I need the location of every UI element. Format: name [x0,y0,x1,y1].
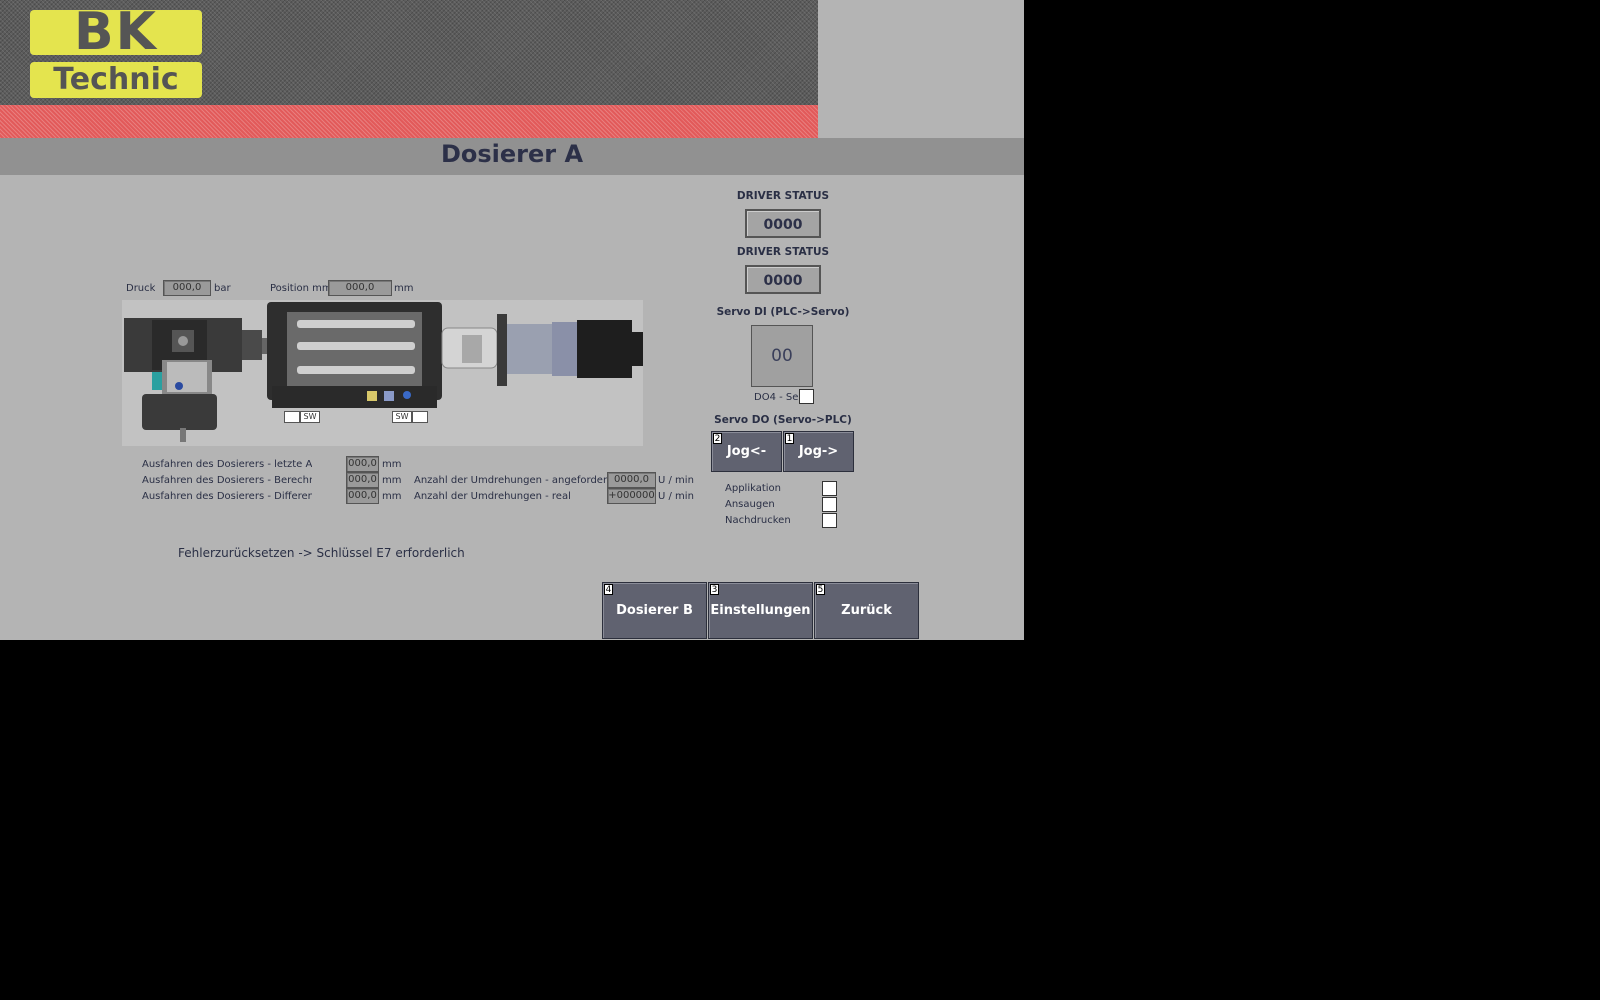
dosing-unit-drawing [124,302,643,442]
jog-left-button[interactable]: 2 Jog<- [711,431,782,472]
mode-nachdrucken-label: Nachdrucken [725,515,791,526]
stroke-calc-field: 000,0 [346,472,379,488]
driver-status-2-label: DRIVER STATUS [736,246,830,258]
header-stripe [0,105,818,138]
driver-status-1-field: 0000 [745,209,821,238]
position-label: Position mm [270,283,332,294]
logo-text-technic: Technic [53,62,179,97]
sw-left-label: SW [300,411,320,423]
revolutions-requested-field: 0000,0 [607,472,656,488]
revolutions-requested-label: Anzahl der Umdrehungen - angefordert [414,475,611,486]
revolutions-real-unit: U / min [658,491,694,502]
hmi-screen: BK Technic Dosierer A Druck 000,0 bar Po… [0,0,1024,640]
nav-dosierer-b-key: 4 [604,584,613,595]
servo-do-label: Servo DO (Servo->PLC) [714,414,852,426]
mode-ansaugen-checkbox[interactable] [822,497,837,512]
error-reset-message: Fehlerzurücksetzen -> Schlüssel E7 erfor… [178,546,465,560]
mode-applikation-label: Applikation [725,483,781,494]
druck-label: Druck [126,283,156,294]
revolutions-requested-unit: U / min [658,475,694,486]
druck-value-field: 000,0 [163,280,211,296]
company-logo-top: BK [30,10,202,55]
stroke-diff-unit: mm [382,491,402,502]
do4-checkbox[interactable] [799,389,814,404]
servo-di-value: 00 [751,325,813,387]
logo-text-bk: BK [74,10,158,55]
stroke-last-unit: mm [382,459,402,470]
jog-left-key: 2 [713,433,722,444]
nav-zurueck-label: Zurück [841,603,892,618]
stroke-diff-label: Ausfahren des Dosierers - Differenz [142,491,312,502]
mode-applikation-checkbox[interactable] [822,481,837,496]
nav-einstellungen-button[interactable]: 3 Einstellungen [708,582,813,639]
stroke-calc-unit: mm [382,475,402,486]
position-value-field: 000,0 [328,280,392,296]
mode-ansaugen-label: Ansaugen [725,499,775,510]
nav-dosierer-b-button[interactable]: 4 Dosierer B [602,582,707,639]
nav-dosierer-b-label: Dosierer B [616,603,693,618]
nav-einstellungen-label: Einstellungen [710,603,811,618]
nav-einstellungen-key: 3 [710,584,719,595]
sw-left-indicator [284,411,300,423]
stroke-calc-label: Ausfahren des Dosierers - Berechnung [142,475,312,486]
driver-status-1-label: DRIVER STATUS [736,190,830,202]
druck-unit: bar [214,283,231,294]
revolutions-real-label: Anzahl der Umdrehungen - real [414,491,571,502]
company-logo-bottom: Technic [30,62,202,98]
jog-left-label: Jog<- [726,444,767,459]
page-title: Dosierer A [440,140,584,168]
stroke-last-field: 000,0 [346,456,379,472]
jog-right-key: 1 [785,433,794,444]
position-unit: mm [394,283,414,294]
do4-label: DO4 - Se [754,392,799,403]
mode-nachdrucken-checkbox[interactable] [822,513,837,528]
sw-right-indicator [412,411,428,423]
dosing-unit-image: SW SW [122,300,643,446]
driver-status-2-field: 0000 [745,265,821,294]
servo-di-label: Servo DI (PLC->Servo) [716,306,850,318]
stroke-last-label: Ausfahren des Dosierers - letzte Applika [142,459,312,470]
sw-right-label: SW [392,411,412,423]
revolutions-real-field: +000000 [607,488,656,504]
jog-right-label: Jog-> [798,444,839,459]
nav-zurueck-key: 5 [816,584,825,595]
stroke-diff-field: 000,0 [346,488,379,504]
jog-right-button[interactable]: 1 Jog-> [783,431,854,472]
nav-zurueck-button[interactable]: 5 Zurück [814,582,919,639]
